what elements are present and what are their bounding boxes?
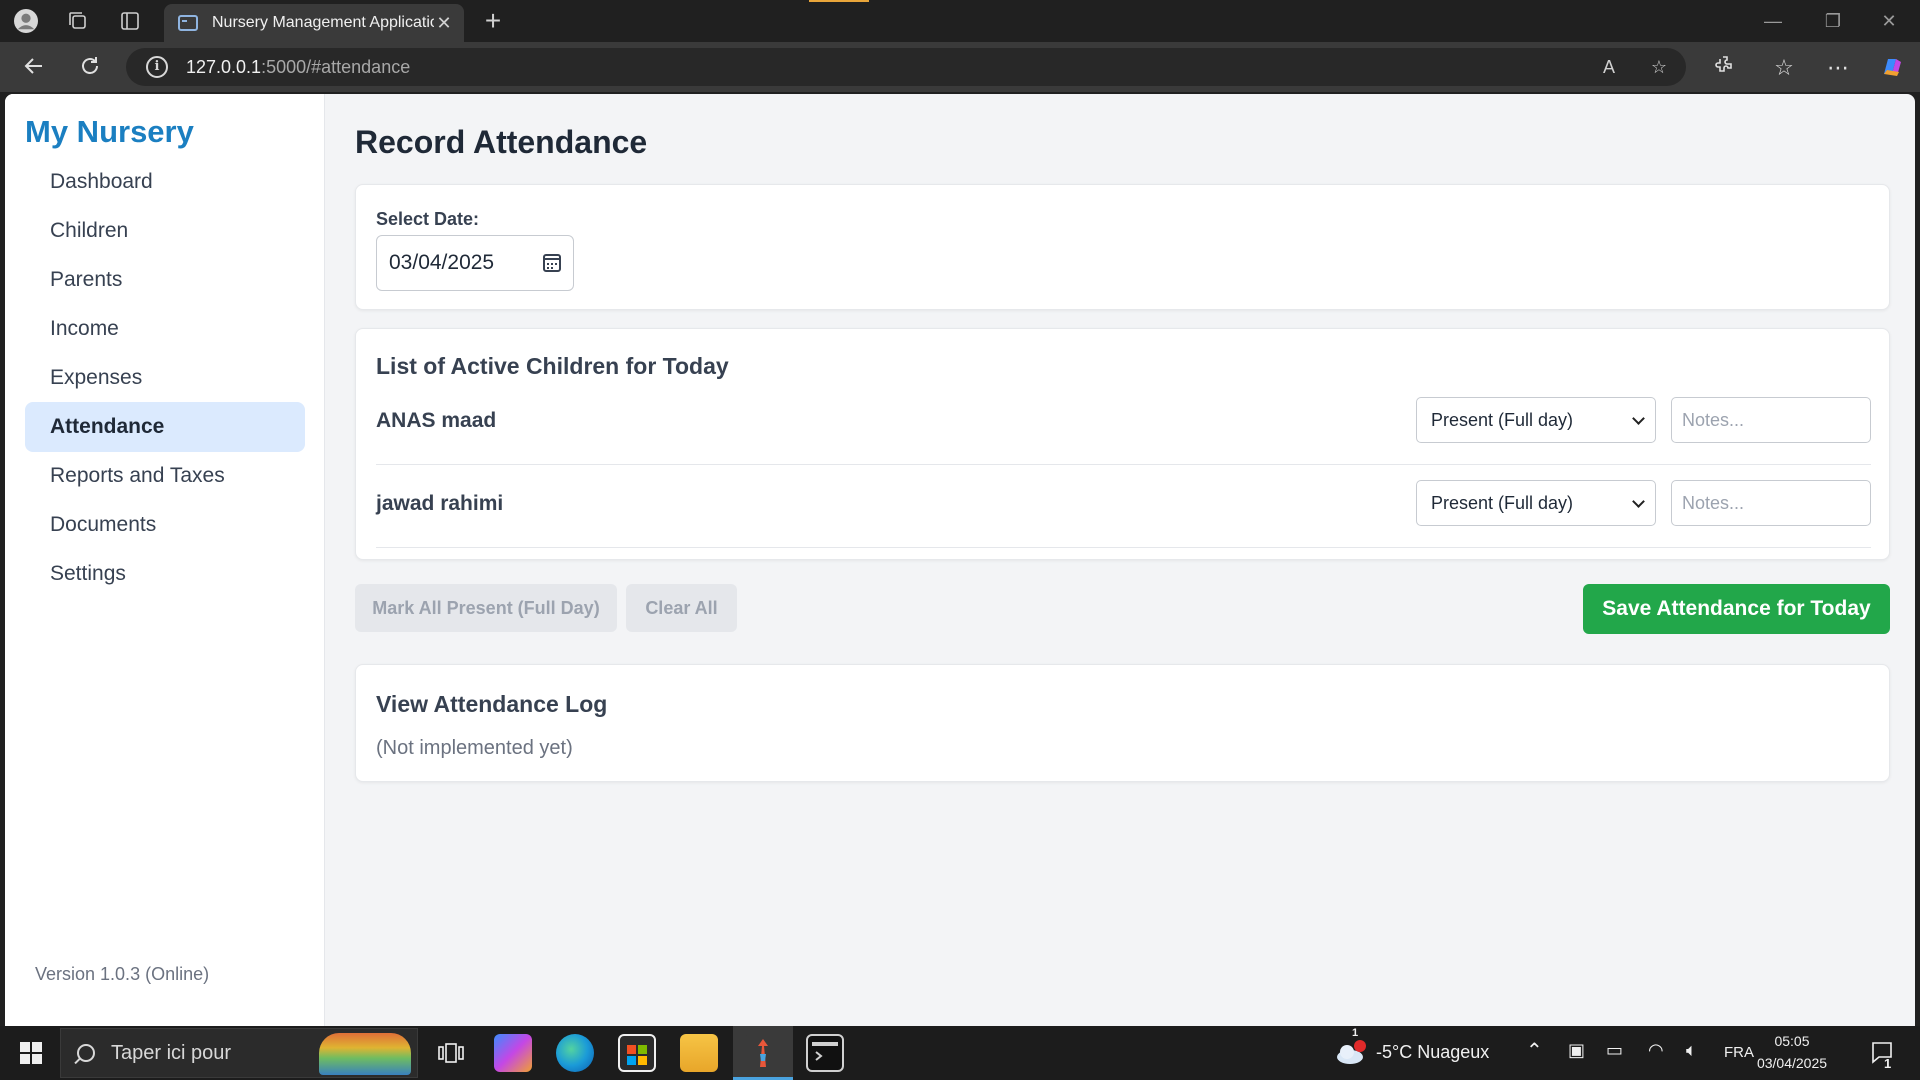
python-app-icon[interactable] <box>744 1034 782 1072</box>
close-window-icon[interactable]: ✕ <box>1876 8 1902 34</box>
notification-count: 1 <box>1884 1056 1892 1071</box>
battery-icon[interactable]: ▭ <box>1606 1040 1623 1061</box>
copilot-icon[interactable] <box>1878 54 1906 82</box>
extensions-icon[interactable] <box>1712 54 1740 82</box>
weather-cloud-icon[interactable] <box>1332 1036 1370 1070</box>
weather-text[interactable]: -5°C Nuageux <box>1376 1042 1489 1063</box>
clock-time: 05:05 <box>1774 1033 1810 1049</box>
tab-title: Nursery Management Application <box>212 14 434 31</box>
accent-indicator <box>809 0 869 2</box>
child-row: ANAS maad Present (Full day) Notes... <box>376 397 1871 465</box>
wifi-icon[interactable]: ◠ <box>1648 1040 1664 1061</box>
windows-start-icon[interactable] <box>12 1036 50 1070</box>
sidebar-item-dashboard[interactable]: Dashboard <box>25 157 305 207</box>
sidebar-item-income[interactable]: Income <box>25 304 305 354</box>
sidebar-item-documents[interactable]: Documents <box>25 500 305 550</box>
browser-navbar: i 127.0.0.1:5000/#attendance A ☆ ☆ ⋯ <box>0 42 1920 92</box>
sidebar-item-children[interactable]: Children <box>25 206 305 256</box>
terminal-favicon-icon <box>178 15 198 31</box>
status-value: Present (Full day) <box>1431 493 1574 513</box>
show-hidden-icons-chevron-icon[interactable]: ⌃ <box>1526 1038 1543 1063</box>
search-icon <box>77 1044 95 1062</box>
windows-taskbar: Taper ici pour 1 -5°C Nuageux ⌃ ▣ ▭ ◠ 🔈︎… <box>0 1026 1920 1080</box>
version-label: Version 1.0.3 (Online) <box>35 964 210 984</box>
meet-now-icon[interactable]: ▣ <box>1568 1040 1585 1061</box>
url-host: 127.0.0.1 <box>186 56 262 77</box>
close-tab-icon[interactable]: ✕ <box>434 13 454 34</box>
mark-all-present-button[interactable]: Mark All Present (Full Day) <box>355 584 617 632</box>
attendance-status-select[interactable]: Present (Full day) <box>1416 480 1656 526</box>
status-value: Present (Full day) <box>1431 410 1574 430</box>
language-indicator[interactable]: FRA <box>1724 1044 1754 1061</box>
workspaces-icon[interactable] <box>66 9 90 33</box>
attendance-status-select[interactable]: Present (Full day) <box>1416 397 1656 443</box>
notes-input[interactable]: Notes... <box>1671 397 1871 443</box>
taskbar-search-placeholder: Taper ici pour <box>111 1041 232 1064</box>
sidebar-item-attendance[interactable]: Attendance <box>25 402 305 452</box>
chevron-down-icon <box>1632 412 1645 425</box>
date-input[interactable]: 03/04/2025 <box>376 235 574 291</box>
calendar-icon[interactable] <box>543 254 561 272</box>
date-label: Select Date: <box>376 209 480 229</box>
child-name: jawad rahimi <box>376 492 504 515</box>
app-viewport: My Nursery Dashboard Children Parents In… <box>5 94 1915 1026</box>
date-card: Select Date: 03/04/2025 <box>355 184 1890 310</box>
copilot-app-icon[interactable] <box>494 1034 532 1072</box>
sidebar-item-settings[interactable]: Settings <box>25 549 305 599</box>
notes-input[interactable]: Notes... <box>1671 480 1871 526</box>
child-row: jawad rahimi Present (Full day) Notes... <box>376 480 1871 548</box>
volume-icon[interactable]: 🔈︎ <box>1686 1040 1697 1061</box>
site-info-icon[interactable]: i <box>146 56 168 78</box>
file-explorer-icon[interactable] <box>680 1034 718 1072</box>
favorites-list-icon[interactable]: ☆ <box>1770 54 1798 82</box>
back-arrow-icon[interactable] <box>20 54 48 82</box>
favorite-star-icon[interactable]: ☆ <box>1648 56 1670 78</box>
clock[interactable]: 05:05 03/04/2025 <box>1752 1030 1832 1074</box>
profile-avatar-icon[interactable] <box>14 9 38 33</box>
terminal-app-icon[interactable] <box>806 1034 844 1072</box>
browser-titlebar: Nursery Management Application ✕ + — ❐ ✕ <box>0 0 1920 42</box>
clock-date: 03/04/2025 <box>1756 1055 1828 1071</box>
new-tab-plus-icon[interactable]: + <box>478 6 508 36</box>
sidebar-item-parents[interactable]: Parents <box>25 255 305 305</box>
edge-browser-icon[interactable] <box>556 1034 594 1072</box>
children-list-card: List of Active Children for Today ANAS m… <box>355 328 1890 560</box>
task-view-icon[interactable] <box>432 1036 470 1070</box>
read-aloud-icon[interactable]: A <box>1598 56 1620 78</box>
clear-all-button[interactable]: Clear All <box>626 584 737 632</box>
children-list-title: List of Active Children for Today <box>376 353 729 379</box>
vertical-tabs-icon[interactable] <box>118 9 142 33</box>
minimize-icon[interactable]: — <box>1760 8 1786 34</box>
save-attendance-button[interactable]: Save Attendance for Today <box>1583 584 1890 634</box>
attendance-log-title: View Attendance Log <box>376 691 608 717</box>
main-content: Record Attendance Select Date: 03/04/202… <box>355 94 1890 1026</box>
child-name: ANAS maad <box>376 409 497 432</box>
sidebar-item-reports-and-taxes[interactable]: Reports and Taxes <box>25 451 305 501</box>
restore-icon[interactable]: ❐ <box>1820 8 1846 34</box>
date-value: 03/04/2025 <box>389 251 495 274</box>
weather-badge: 1 <box>1352 1027 1359 1039</box>
sidebar: My Nursery Dashboard Children Parents In… <box>5 94 325 1026</box>
page-title: Record Attendance <box>355 124 648 160</box>
search-highlight-illustration <box>319 1033 411 1075</box>
attendance-log-card: View Attendance Log (Not implemented yet… <box>355 664 1890 782</box>
taskbar-search[interactable]: Taper ici pour <box>60 1028 418 1078</box>
refresh-icon[interactable] <box>76 54 104 82</box>
attendance-log-note: (Not implemented yet) <box>376 737 573 759</box>
browser-tab[interactable]: Nursery Management Application ✕ <box>164 4 464 42</box>
address-bar[interactable]: i 127.0.0.1:5000/#attendance A ☆ <box>126 48 1686 86</box>
url-path: :5000/#attendance <box>261 56 411 77</box>
microsoft-store-icon[interactable] <box>618 1034 656 1072</box>
chevron-down-icon <box>1632 495 1645 508</box>
brand-title[interactable]: My Nursery <box>25 114 194 150</box>
sidebar-item-expenses[interactable]: Expenses <box>25 353 305 403</box>
more-options-icon[interactable]: ⋯ <box>1824 54 1852 82</box>
